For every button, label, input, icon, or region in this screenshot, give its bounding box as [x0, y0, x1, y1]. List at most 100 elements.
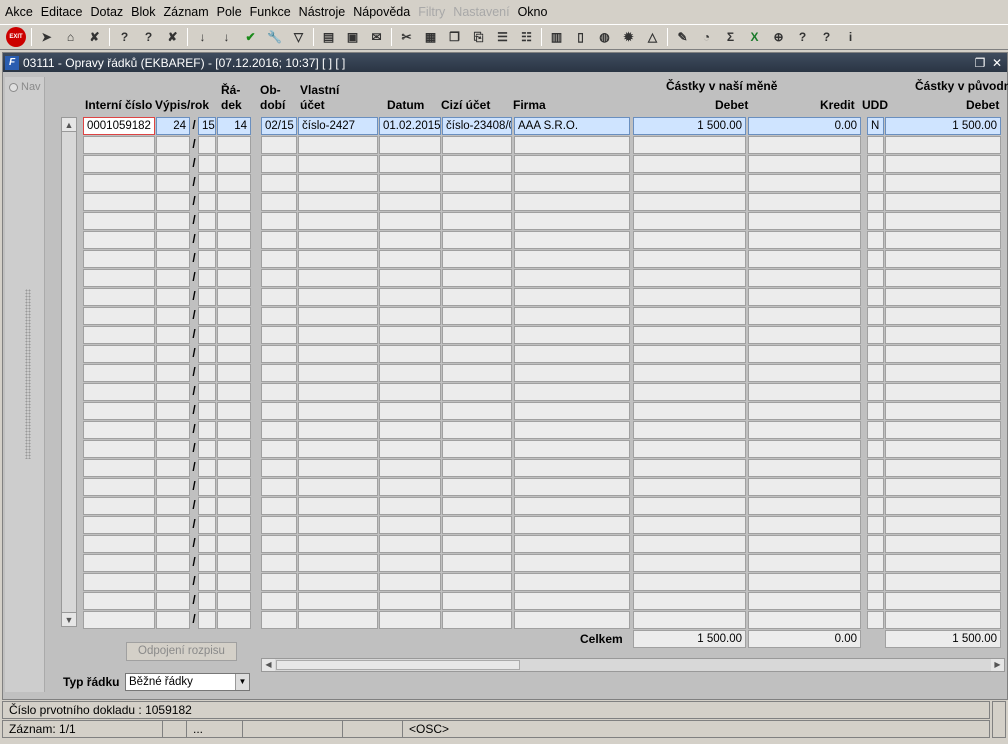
cell-interni[interactable] [83, 421, 155, 439]
cell-radek[interactable]: 14 [217, 117, 251, 135]
cell-udd[interactable] [867, 611, 884, 629]
cell-obdobi[interactable] [261, 288, 297, 306]
cell-vlastni[interactable]: číslo-2427 [298, 117, 378, 135]
query-cancel-icon[interactable]: ✘ [163, 28, 182, 47]
cell-rok[interactable] [198, 250, 216, 268]
cell-rok[interactable] [198, 535, 216, 553]
typ-radku-select[interactable]: Běžné řádky ▼ [125, 673, 250, 691]
cell-vypis[interactable] [156, 592, 190, 610]
cell-radek[interactable] [217, 611, 251, 629]
cell-vypis[interactable] [156, 554, 190, 572]
cell-radek[interactable] [217, 535, 251, 553]
cell-debet2[interactable] [885, 497, 1001, 515]
cell-firma[interactable] [514, 592, 630, 610]
cell-debet[interactable] [633, 611, 746, 629]
cell-vypis[interactable] [156, 174, 190, 192]
menu-11[interactable]: Okno [515, 5, 551, 19]
cell-udd[interactable] [867, 155, 884, 173]
cell-cizi[interactable] [442, 516, 512, 534]
cell-rok[interactable] [198, 459, 216, 477]
scroll-right-icon[interactable]: ▶ [991, 659, 1004, 671]
close-icon[interactable]: ✕ [990, 56, 1004, 70]
cell-radek[interactable] [217, 269, 251, 287]
cell-radek[interactable] [217, 402, 251, 420]
cell-rok[interactable] [198, 516, 216, 534]
cell-debet[interactable] [633, 592, 746, 610]
cell-debet[interactable] [633, 136, 746, 154]
menu-2[interactable]: Dotaz [88, 5, 127, 19]
cell-kredit[interactable] [748, 611, 861, 629]
cell-udd[interactable] [867, 478, 884, 496]
cell-debet2[interactable] [885, 269, 1001, 287]
clipboard-icon[interactable]: ▥ [547, 28, 566, 47]
cell-obdobi[interactable] [261, 326, 297, 344]
cell-kredit[interactable] [748, 592, 861, 610]
cell-cizi[interactable]: číslo-23408/0 [442, 117, 512, 135]
cell-debet[interactable] [633, 193, 746, 211]
list-icon[interactable]: ☰ [493, 28, 512, 47]
cell-vypis[interactable] [156, 345, 190, 363]
cell-debet[interactable] [633, 269, 746, 287]
cell-debet2[interactable] [885, 573, 1001, 591]
clear-icon[interactable]: ✘ [85, 28, 104, 47]
cell-rok[interactable] [198, 136, 216, 154]
cell-cizi[interactable] [442, 269, 512, 287]
cell-vlastni[interactable] [298, 592, 378, 610]
cell-radek[interactable] [217, 307, 251, 325]
cell-kredit[interactable] [748, 573, 861, 591]
cell-obdobi[interactable] [261, 421, 297, 439]
cell-radek[interactable] [217, 592, 251, 610]
cell-vlastni[interactable] [298, 326, 378, 344]
cell-rok[interactable] [198, 554, 216, 572]
edit-icon[interactable]: ✎ [673, 28, 692, 47]
cell-datum[interactable] [379, 136, 441, 154]
cell-vlastni[interactable] [298, 345, 378, 363]
cell-obdobi[interactable] [261, 269, 297, 287]
cell-vlastni[interactable] [298, 459, 378, 477]
cell-cizi[interactable] [442, 497, 512, 515]
cell-cizi[interactable] [442, 592, 512, 610]
cell-udd[interactable] [867, 516, 884, 534]
cell-interni[interactable] [83, 155, 155, 173]
cell-radek[interactable] [217, 440, 251, 458]
cell-obdobi[interactable] [261, 250, 297, 268]
cell-vlastni[interactable] [298, 440, 378, 458]
cell-radek[interactable] [217, 250, 251, 268]
cell-kredit[interactable] [748, 364, 861, 382]
cell-obdobi[interactable] [261, 155, 297, 173]
odpojeni-rozpisu-button[interactable]: Odpojení rozpisu [126, 642, 237, 661]
cell-rok[interactable] [198, 174, 216, 192]
cell-cizi[interactable] [442, 136, 512, 154]
cell-radek[interactable] [217, 288, 251, 306]
cell-udd[interactable] [867, 497, 884, 515]
cell-firma[interactable] [514, 155, 630, 173]
cell-interni[interactable] [83, 592, 155, 610]
cell-vypis[interactable] [156, 269, 190, 287]
menu-8[interactable]: Nápověda [350, 5, 413, 19]
cell-debet[interactable] [633, 459, 746, 477]
cell-datum[interactable] [379, 174, 441, 192]
cell-radek[interactable] [217, 554, 251, 572]
cell-datum[interactable] [379, 573, 441, 591]
cell-vlastni[interactable] [298, 478, 378, 496]
cell-firma[interactable]: AAA S.R.O. [514, 117, 630, 135]
cell-debet[interactable] [633, 478, 746, 496]
scroll-left-icon[interactable]: ◀ [262, 659, 275, 671]
cell-debet[interactable] [633, 554, 746, 572]
query-execute-icon[interactable]: ? [139, 28, 158, 47]
cell-cizi[interactable] [442, 364, 512, 382]
cell-udd[interactable] [867, 193, 884, 211]
cell-udd[interactable] [867, 212, 884, 230]
help-icon[interactable]: ? [793, 28, 812, 47]
filter-icon[interactable]: ▽ [289, 28, 308, 47]
cut-icon[interactable]: ✂ [397, 28, 416, 47]
cell-radek[interactable] [217, 478, 251, 496]
cell-vlastni[interactable] [298, 421, 378, 439]
cell-interni[interactable] [83, 611, 155, 629]
cell-obdobi[interactable]: 02/15 [261, 117, 297, 135]
cell-kredit[interactable] [748, 497, 861, 515]
cell-datum[interactable] [379, 497, 441, 515]
cell-rok[interactable] [198, 212, 216, 230]
menu-3[interactable]: Blok [128, 5, 158, 19]
menu-1[interactable]: Editace [38, 5, 86, 19]
